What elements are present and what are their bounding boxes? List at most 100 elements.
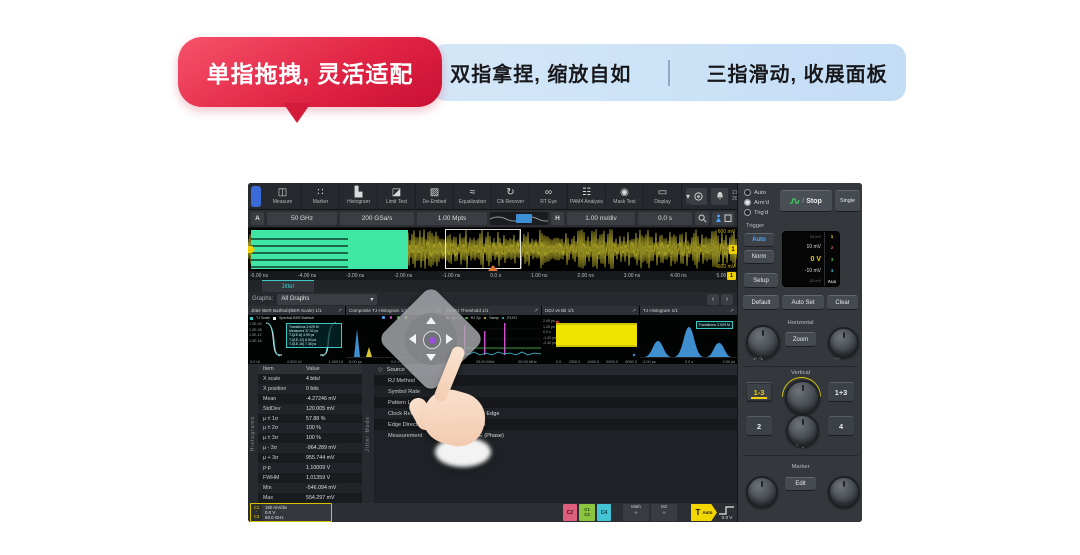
toolbar-app-button[interactable]: ◉ Mask Test <box>606 183 644 209</box>
horizontal-zoom-button[interactable]: Zoom <box>785 332 816 347</box>
channel-select-item[interactable]: 2 <box>831 245 834 250</box>
graphs-next-button[interactable]: › <box>721 294 733 305</box>
tab-jitter[interactable]: Jitter <box>262 280 314 292</box>
toolbar-app-button[interactable]: ↻ Clk Recover <box>492 183 530 209</box>
math2-button[interactable]: M2+ <box>651 504 677 521</box>
run-stop-button[interactable]: /Stop <box>780 190 832 212</box>
clear-button[interactable]: Clear <box>827 295 858 310</box>
waveform-overview-scrollbar[interactable] <box>490 212 548 225</box>
memory-depth-value[interactable]: 1.00 Mpts <box>417 212 487 225</box>
zoom-selection-box[interactable] <box>445 229 521 269</box>
trigger-setup-button[interactable]: Setup <box>744 273 778 288</box>
trigger-norm-button[interactable]: Norm <box>744 250 774 264</box>
touch-icon[interactable] <box>690 188 707 205</box>
table-row[interactable]: StdDev 120.005 mV <box>258 404 362 414</box>
graph-tj-histogram[interactable]: TJ Histogram 1/1↗ Transitions 3.929 M -3… <box>640 306 737 364</box>
auto-set-button[interactable]: Auto Set <box>782 295 824 310</box>
radio-auto[interactable]: Auto <box>744 189 766 196</box>
h-position-value[interactable]: 0.0 s <box>638 212 692 225</box>
measurement-table[interactable]: ItemValue X scale 4 bits/ X position <box>258 364 362 503</box>
graphs-dropdown[interactable]: All Graphs ▾ <box>277 294 377 305</box>
trigger-level-indicator[interactable]: 0.0 V <box>719 506 735 520</box>
toolbar-app-button[interactable]: ∞ RT Eye <box>530 183 568 209</box>
setup-row[interactable]: Pattern Length <box>374 397 737 408</box>
table-row[interactable]: μ + 3σ 955.744 mV <box>258 453 362 463</box>
expand-icon[interactable]: ↗ <box>632 308 636 314</box>
table-row[interactable]: μ - 3σ -964.289 mV <box>258 443 362 453</box>
graph-composite-tj-histogram[interactable]: Composite TJ Histogram 1/1↗ -5.00 p <box>346 306 443 364</box>
table-row[interactable]: X scale 4 bits/ <box>258 374 362 384</box>
table-row[interactable]: Max 554.297 mV <box>258 493 362 503</box>
acq-a-button[interactable]: A <box>251 212 264 225</box>
marker-a-knob[interactable] <box>746 476 778 508</box>
table-row[interactable]: Mean -4.27246 mV <box>258 394 362 404</box>
expand-icon[interactable]: ↗ <box>338 308 342 314</box>
main-waveform-display[interactable]: 600 mV -600 mV 1 <box>248 228 737 271</box>
vertical-offset-knob[interactable] <box>786 414 819 447</box>
search-icon[interactable] <box>695 212 709 225</box>
channel4-button[interactable]: C4 <box>597 504 611 521</box>
overview-thumb[interactable] <box>516 214 532 223</box>
math1-button[interactable]: Math+ <box>623 504 649 521</box>
marker-edit-button[interactable]: Edit <box>785 477 816 491</box>
toolbar-app-button[interactable]: ≈ Equalization <box>454 183 492 209</box>
setup-row[interactable]: Edge Direction Both <box>374 419 737 430</box>
timebase-value[interactable]: 1.00 ns/div <box>567 212 635 225</box>
vertical-scale-knob[interactable] <box>785 380 820 415</box>
table-row[interactable]: μ ± 3σ 100 % <box>258 433 362 443</box>
channel1-badge[interactable]: 1 <box>729 245 737 254</box>
trigger-flag-button[interactable]: TAuto <box>691 504 717 521</box>
single-button[interactable]: Single <box>835 190 860 212</box>
bell-icon[interactable] <box>711 188 728 205</box>
setup-row[interactable]: RJ Method <box>374 375 737 386</box>
channel1-3-status-box[interactable]: C1 - C3 150 mV/div 0.0 V 50.0 GHz <box>250 503 332 522</box>
table-row[interactable]: μ ± 1σ 57.88 % <box>258 414 362 424</box>
marker-b-knob[interactable] <box>828 476 860 508</box>
expand-icon[interactable]: ↗ <box>436 308 440 314</box>
channel-select-item[interactable]: 4 <box>831 268 834 273</box>
graphs-prev-button[interactable]: ‹ <box>707 294 719 305</box>
sample-rate-value[interactable]: 200 GSa/s <box>340 212 414 225</box>
radio-trigd[interactable]: Trig'd <box>744 209 768 216</box>
graph-ddj-vs-bit[interactable]: DDJ vs Bit 1/1↗ 2.40 ps1.20 ps0.0 s-1.20… <box>542 306 639 364</box>
setup-row[interactable]: Symbol Rate <box>374 386 737 397</box>
radio-armd[interactable]: Arm'd <box>744 199 769 206</box>
collapse-diamond-icon[interactable]: ◇ <box>374 366 387 373</box>
jitter-mode-side-tab[interactable]: Jitter Mode <box>362 364 374 503</box>
table-row[interactable]: FWHM 1.01359 V <box>258 473 362 483</box>
channel1-3-button[interactable]: C1C3 <box>579 504 595 521</box>
histograms-side-tab[interactable]: Histograms <box>248 364 258 503</box>
channel-select-item[interactable]: Aux <box>828 279 837 284</box>
expand-icon[interactable]: ↗ <box>534 308 538 314</box>
vertical-ch2-button[interactable]: 2 <box>746 416 772 436</box>
toolbar-app-button[interactable]: ▙ Histogram <box>340 183 378 209</box>
table-row[interactable]: μ ± 2σ 100 % <box>258 423 362 433</box>
toolbar-app-button[interactable]: ☷ PAM4 Analysis <box>568 183 606 209</box>
horizontal-position-knob[interactable] <box>828 327 859 358</box>
touch-window-icon[interactable] <box>712 212 734 225</box>
bandwidth-value[interactable]: 50 GHz <box>267 212 337 225</box>
graph-ber-bathtub[interactable]: Jitter BER Bathtub(BER Scale) 1/1↗ TJ Sc… <box>248 306 345 364</box>
channel-select-item[interactable]: 3 <box>831 257 834 262</box>
acq-h-button[interactable]: H <box>551 212 564 225</box>
vertical-ch4-button[interactable]: 4 <box>828 416 854 436</box>
setup-source-row[interactable]: ◇ Source <box>374 364 737 375</box>
channel-select-column[interactable]: 1 2 3 4 Aux <box>824 232 839 286</box>
expand-icon[interactable]: ↗ <box>730 308 734 314</box>
trigger-auto-button[interactable]: Auto <box>744 233 774 247</box>
table-row[interactable]: p-p 1.10009 V <box>258 463 362 473</box>
default-button[interactable]: Default <box>743 295 779 310</box>
setup-row[interactable]: Measurement TIE (Phase) <box>374 430 737 441</box>
channel-select-item[interactable]: 1 <box>831 234 834 239</box>
table-row[interactable]: Min -546.094 mV <box>258 483 362 493</box>
vertical-1plus3-button[interactable]: 1+3 <box>828 382 854 402</box>
horizontal-scale-knob[interactable] <box>746 325 780 359</box>
graph-rjpj-threshold[interactable]: RJ/PJ Threshold 1/1↗ RJ+DJRJ SpSampPJ,RJ <box>444 306 541 364</box>
toolbar-app-button[interactable]: ∷ Marker <box>302 183 340 209</box>
vertical-1-3-button[interactable]: 1-3 <box>746 382 772 402</box>
channel2-button[interactable]: C2 <box>563 504 577 521</box>
table-row[interactable]: X position 0 bits <box>258 384 362 394</box>
toolbar-app-button[interactable]: ◪ Limit Test <box>378 183 416 209</box>
toolbar-app-button[interactable]: ◫ Measure <box>264 183 302 209</box>
setup-row[interactable]: Clock Recovery First Edge <box>374 408 737 419</box>
